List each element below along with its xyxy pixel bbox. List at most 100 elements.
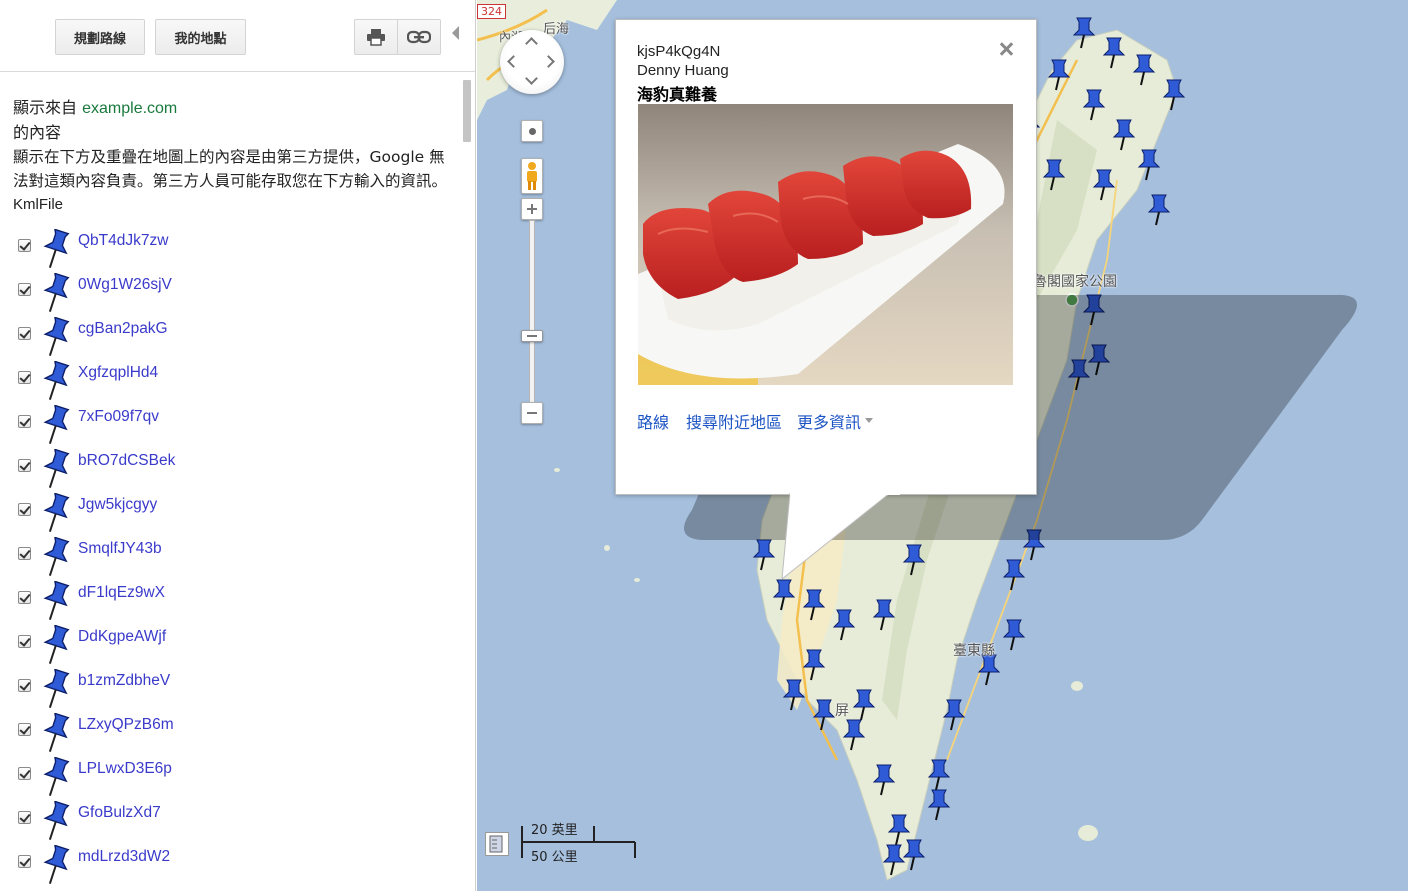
list-item: QbT4dJk7zw <box>0 229 470 275</box>
pan-control <box>500 30 564 94</box>
pushpin-icon <box>43 405 70 445</box>
more-info-dropdown[interactable]: 更多資訊 <box>797 409 861 433</box>
side-panel: 規劃路線 我的地點 顯示來自 example.com 的內容 顯示在下方及重疊在… <box>0 0 476 891</box>
collapse-panel-icon[interactable] <box>452 26 459 40</box>
placemark-checkbox[interactable] <box>18 239 31 252</box>
placemark-link[interactable]: XgfzqplHd4 <box>78 364 158 382</box>
placemark-checkbox[interactable] <box>18 635 31 648</box>
list-item: bRO7dCSBek <box>0 449 470 495</box>
directions-link[interactable]: 路線 <box>637 409 669 433</box>
list-item: Jgw5kjcgyy <box>0 493 470 539</box>
list-item: SmqlfJY43b <box>0 537 470 583</box>
placemark-checkbox[interactable] <box>18 371 31 384</box>
road-number-label: 324 <box>477 4 506 19</box>
source-link[interactable]: example.com <box>82 100 177 117</box>
placemark-checkbox[interactable] <box>18 855 31 868</box>
placemark-link[interactable]: QbT4dJk7zw <box>78 232 168 250</box>
pushpin-icon <box>43 449 70 489</box>
scale-metric: 50 公里 <box>531 850 578 865</box>
list-item: 0Wg1W26sjV <box>0 273 470 319</box>
kml-content-info: 顯示來自 example.com 的內容 顯示在下方及重疊在地圖上的內容是由第三… <box>13 96 458 217</box>
panel-scrollbar[interactable] <box>463 80 471 142</box>
placemark-checkbox[interactable] <box>18 547 31 560</box>
route-planner-button[interactable]: 規劃路線 <box>55 19 145 55</box>
my-places-button[interactable]: 我的地點 <box>155 19 246 55</box>
placemark-link[interactable]: 0Wg1W26sjV <box>78 276 172 294</box>
map-pushpin-icon <box>1002 619 1026 651</box>
placemark-checkbox[interactable] <box>18 459 31 472</box>
pan-left-icon[interactable] <box>507 55 520 68</box>
pushpin-icon <box>43 669 70 709</box>
pan-up-icon[interactable] <box>525 37 538 50</box>
pushpin-icon <box>43 537 70 577</box>
list-item: mdLrzd3dW2 <box>0 845 470 891</box>
placemark-checkbox[interactable] <box>18 415 31 428</box>
penghu-islet-2 <box>634 578 640 582</box>
placemark-link[interactable]: Jgw5kjcgyy <box>78 496 157 514</box>
placemark-link[interactable]: DdKgpeAWjf <box>78 628 166 646</box>
placemark-checkbox[interactable] <box>18 283 31 296</box>
street-view-pegman[interactable] <box>521 158 543 194</box>
zoom-in-button[interactable] <box>521 198 543 220</box>
placemark-checkbox[interactable] <box>18 723 31 736</box>
top-toolbar: 規劃路線 我的地點 <box>0 0 475 72</box>
placemark-checkbox[interactable] <box>18 591 31 604</box>
placemark-link[interactable]: LPLwxD3E6p <box>78 760 172 778</box>
link-icon <box>407 30 431 44</box>
sushi-photo[interactable] <box>638 104 1013 385</box>
print-button[interactable] <box>354 19 398 55</box>
list-item: LZxyQPzB6m <box>0 713 470 759</box>
placemark-link[interactable]: 7xFo09f7qv <box>78 408 159 426</box>
placemark-link[interactable]: b1zmZdbheV <box>78 672 170 690</box>
green-island <box>1071 681 1083 691</box>
zoom-out-button[interactable] <box>521 402 543 424</box>
placemark-list: QbT4dJk7zw 0Wg1W26sjV cgBan2pakG Xgfzqpl… <box>0 229 470 891</box>
map-pushpin-icon <box>927 789 951 821</box>
pushpin-icon <box>43 493 70 533</box>
placemark-link[interactable]: SmqlfJY43b <box>78 540 162 558</box>
info-window-caption: 海豹真難養 <box>637 85 718 104</box>
zoom-slider-thumb[interactable] <box>521 330 543 342</box>
county-label-taitung: 臺東縣 <box>953 643 995 659</box>
pushpin-icon <box>43 273 70 313</box>
city-label-pingtung: 屏 <box>835 703 849 719</box>
placemark-link[interactable]: LZxyQPzB6m <box>78 716 174 734</box>
pushpin-icon <box>43 581 70 621</box>
placemark-checkbox[interactable] <box>18 327 31 340</box>
placemark-link[interactable]: dF1lqEz9wX <box>78 584 165 602</box>
close-icon[interactable] <box>997 40 1015 58</box>
placemark-link[interactable]: mdLrzd3dW2 <box>78 848 170 866</box>
locate-button[interactable] <box>521 120 543 142</box>
printer-icon <box>367 29 385 46</box>
placemark-checkbox[interactable] <box>18 679 31 692</box>
list-item: cgBan2pakG <box>0 317 470 363</box>
placemark-checkbox[interactable] <box>18 811 31 824</box>
list-item: XgfzqplHd4 <box>0 361 470 407</box>
source-line: 顯示來自 example.com <box>13 96 458 121</box>
map-scale: 20 英里 50 公里 <box>521 822 637 865</box>
search-nearby-link[interactable]: 搜尋附近地區 <box>686 409 782 433</box>
penghu-islet-1 <box>604 545 610 551</box>
link-button[interactable] <box>397 19 441 55</box>
placemark-link[interactable]: cgBan2pakG <box>78 320 168 338</box>
placemark-checkbox[interactable] <box>18 503 31 516</box>
list-item: b1zmZdbheV <box>0 669 470 715</box>
ruler-icon[interactable] <box>485 832 509 856</box>
zoom-slider-track[interactable] <box>529 220 535 408</box>
info-window-author: Denny Huang <box>637 62 729 79</box>
orchid-island <box>1078 825 1098 841</box>
placemark-checkbox[interactable] <box>18 767 31 780</box>
placemark-link[interactable]: GfoBulzXd7 <box>78 804 161 822</box>
chevron-down-icon[interactable] <box>865 418 873 423</box>
list-item: DdKgpeAWjf <box>0 625 470 671</box>
minus-icon <box>527 412 537 414</box>
pushpin-icon <box>43 625 70 665</box>
pushpin-icon <box>43 317 70 357</box>
pan-down-icon[interactable] <box>525 72 538 85</box>
pan-right-icon[interactable] <box>542 55 555 68</box>
panel-content: 顯示來自 example.com 的內容 顯示在下方及重疊在地圖上的內容是由第三… <box>0 73 475 891</box>
pushpin-icon <box>43 361 70 401</box>
map-pushpin-icon <box>1147 194 1171 226</box>
source-prefix: 顯示來自 <box>13 98 78 117</box>
placemark-link[interactable]: bRO7dCSBek <box>78 452 175 470</box>
